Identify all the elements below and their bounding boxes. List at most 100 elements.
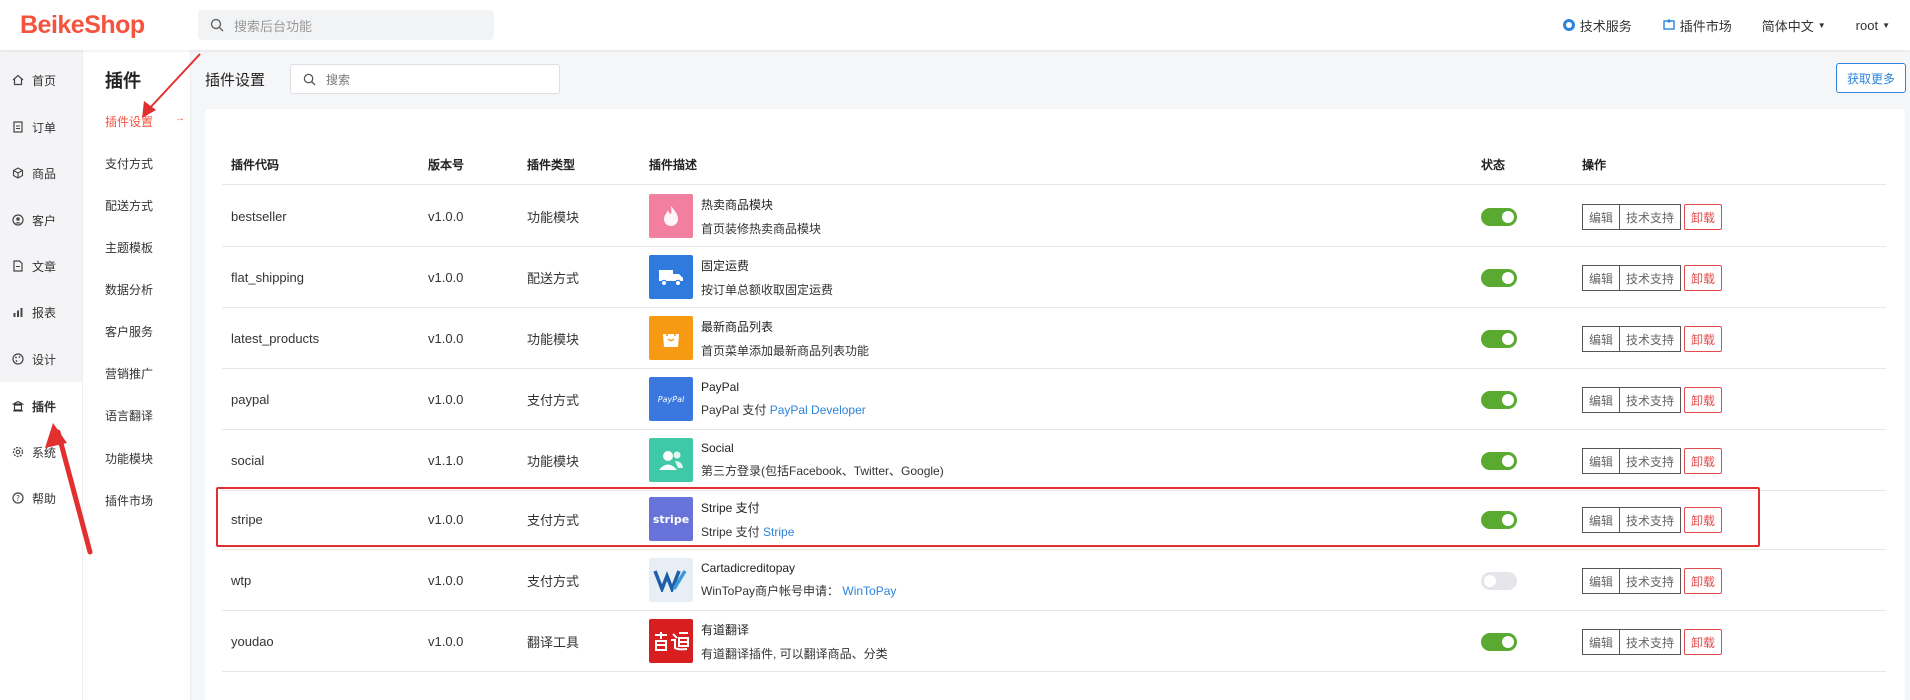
- status-toggle[interactable]: [1481, 269, 1517, 287]
- plugin-logo: PayPal: [649, 377, 693, 421]
- status-toggle[interactable]: [1481, 208, 1517, 226]
- tech-service-link[interactable]: 技术服务: [1562, 16, 1632, 35]
- edit-button[interactable]: 编辑: [1582, 265, 1621, 291]
- tech-support-button[interactable]: 技术支持: [1620, 326, 1682, 352]
- plugin-title: Stripe 支付: [701, 500, 760, 515]
- tech-support-button[interactable]: 技术支持: [1620, 387, 1682, 413]
- uninstall-button[interactable]: 卸载: [1684, 629, 1723, 655]
- nav-item-products[interactable]: 商品: [0, 151, 82, 195]
- user-label: root: [1855, 17, 1879, 33]
- table-row: flat_shipping v1.0.0 配送方式 固定运费 按订单总额收取固定运费 编辑…: [222, 247, 1886, 307]
- logo[interactable]: BeikeShop: [0, 11, 198, 40]
- plugin-logo: [649, 316, 693, 360]
- status-toggle[interactable]: [1481, 633, 1517, 651]
- subnav-feature-modules[interactable]: 功能模块: [105, 450, 185, 467]
- plugin-link[interactable]: WinToPay: [842, 584, 896, 598]
- subnav-themes[interactable]: 主题模板: [105, 239, 185, 256]
- plugin-description: 热卖商品模块 首页装修热卖商品模块: [649, 194, 821, 238]
- gear-icon: [12, 446, 24, 458]
- youdao-logo-icon: [655, 632, 689, 651]
- language-dropdown[interactable]: 简体中文 ▼: [1762, 16, 1826, 35]
- uninstall-button[interactable]: 卸载: [1684, 387, 1723, 413]
- uninstall-button[interactable]: 卸载: [1684, 204, 1723, 230]
- get-more-button[interactable]: 获取更多: [1836, 63, 1906, 93]
- tech-support-button[interactable]: 技术支持: [1620, 507, 1682, 533]
- plugin-subtitle-text: PayPal 支付: [701, 403, 767, 417]
- uninstall-button[interactable]: 卸载: [1684, 448, 1723, 474]
- status-toggle[interactable]: [1481, 330, 1517, 348]
- plugin-description: Cartadicreditopay WinToPay商户帐号申请： WinToPa…: [649, 558, 896, 602]
- plugin-type: 功能模块: [527, 209, 580, 225]
- row-actions: 编辑 技术支持 卸载: [1582, 265, 1723, 291]
- arrow-right-icon: →: [175, 113, 185, 124]
- tech-support-button[interactable]: 技术支持: [1620, 568, 1682, 594]
- user-icon: [12, 214, 24, 226]
- plugin-logo: [649, 194, 693, 238]
- row-actions: 编辑 技术支持 卸载: [1582, 507, 1723, 533]
- edit-button[interactable]: 编辑: [1582, 204, 1621, 230]
- plugin-market-link[interactable]: 插件市场: [1662, 16, 1732, 35]
- status-toggle[interactable]: [1481, 452, 1517, 470]
- plugin-title: Cartadicreditopay: [701, 561, 796, 575]
- edit-button[interactable]: 编辑: [1582, 629, 1621, 655]
- nav-item-orders[interactable]: 订单: [0, 105, 82, 149]
- status-toggle[interactable]: [1481, 511, 1517, 529]
- global-search[interactable]: 搜索后台功能: [198, 10, 494, 40]
- nav-item-system[interactable]: 系统: [0, 430, 82, 474]
- edit-button[interactable]: 编辑: [1582, 387, 1621, 413]
- plugin-version: v1.0.0: [428, 511, 464, 527]
- status-toggle[interactable]: [1481, 391, 1517, 409]
- edit-button[interactable]: 编辑: [1582, 507, 1621, 533]
- plugin-code: youdao: [231, 633, 274, 649]
- plugin-icon: [12, 400, 24, 412]
- plugin-link[interactable]: PayPal Developer: [770, 403, 866, 417]
- tech-support-button[interactable]: 技术支持: [1620, 448, 1682, 474]
- paypal-logo-icon: PayPal: [658, 395, 685, 404]
- tech-service-label: 技术服务: [1579, 18, 1632, 34]
- nav-item-reports[interactable]: 报表: [0, 290, 82, 334]
- th-status: 状态: [1481, 158, 1506, 172]
- edit-button[interactable]: 编辑: [1582, 326, 1621, 352]
- user-dropdown[interactable]: root ▼: [1856, 18, 1890, 33]
- nav-item-plugins[interactable]: 插件: [0, 384, 82, 428]
- edit-button[interactable]: 编辑: [1582, 568, 1621, 594]
- subnav-shipping[interactable]: 配送方式: [105, 197, 185, 214]
- plugin-type: 功能模块: [527, 453, 580, 469]
- uninstall-button[interactable]: 卸载: [1684, 507, 1723, 533]
- row-actions: 编辑 技术支持 卸载: [1582, 204, 1723, 230]
- subnav-plugin-market[interactable]: 插件市场: [105, 492, 185, 509]
- uninstall-button[interactable]: 卸载: [1684, 326, 1723, 352]
- uninstall-button[interactable]: 卸载: [1684, 568, 1723, 594]
- plugin-link[interactable]: Stripe: [763, 525, 794, 539]
- global-search-placeholder: 搜索后台功能: [234, 18, 313, 34]
- nav-item-design[interactable]: 设计: [0, 337, 82, 381]
- subnav-analytics[interactable]: 数据分析: [105, 281, 185, 298]
- box-icon: [12, 167, 24, 179]
- uninstall-button[interactable]: 卸载: [1684, 265, 1723, 291]
- tech-support-button[interactable]: 技术支持: [1620, 265, 1682, 291]
- plugin-subtitle-text: 按订单总额收取固定运费: [701, 282, 834, 297]
- edit-button[interactable]: 编辑: [1582, 448, 1621, 474]
- subnav-payment[interactable]: 支付方式: [105, 155, 185, 172]
- subnav-customer-service[interactable]: 客户服务: [105, 323, 185, 340]
- plugin-title: 固定运费: [701, 258, 750, 273]
- nav-item-articles[interactable]: 文章: [0, 244, 82, 288]
- subnav-label: 插件设置: [105, 115, 154, 129]
- caret-down-icon: ▼: [1882, 20, 1890, 30]
- subnav-marketing[interactable]: 营销推广: [105, 365, 185, 382]
- plugin-code: social: [231, 452, 265, 468]
- nav-item-home[interactable]: 首页: [0, 58, 82, 102]
- header-divider: [222, 184, 1886, 185]
- tech-support-button[interactable]: 技术支持: [1620, 204, 1682, 230]
- status-toggle[interactable]: [1481, 572, 1517, 590]
- nav-item-customers[interactable]: 客户: [0, 198, 82, 242]
- nav-item-help[interactable]: ? 帮助: [0, 476, 82, 520]
- subnav-translation[interactable]: 语言翻译: [105, 407, 185, 424]
- tech-support-button[interactable]: 技术支持: [1620, 629, 1682, 655]
- page-title: 插件设置: [205, 71, 266, 89]
- subnav-plugin-settings[interactable]: 插件设置 →: [105, 113, 185, 130]
- plugin-search-input[interactable]: 搜索: [290, 64, 561, 94]
- table-row: latest_products v1.0.0 功能模块 最新商品列表 首页菜单添加最新商…: [222, 308, 1886, 368]
- plugin-subtitle-text: 首页装修热卖商品模块: [701, 221, 822, 236]
- primary-nav: 首页 订单 商品 客户 文章 报表 设计 插件 系统 ? 帮助: [0, 50, 82, 700]
